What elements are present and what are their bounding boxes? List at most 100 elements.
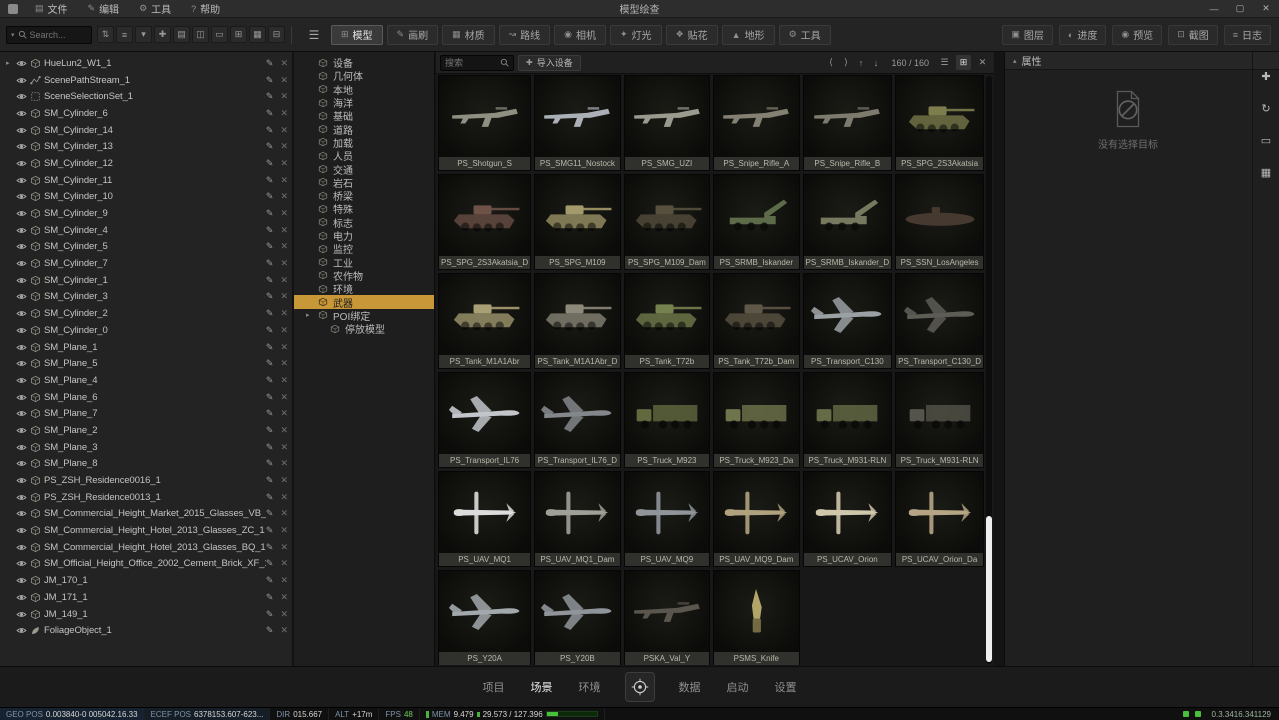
category-item[interactable]: 岩石	[294, 176, 434, 189]
category-item[interactable]: 农作物	[294, 269, 434, 282]
menu-item[interactable]: ⚙ 工具	[129, 0, 181, 18]
menu-item[interactable]: ▤ 文件	[25, 0, 78, 18]
edit-pencil-icon[interactable]: ✎	[266, 158, 274, 169]
category-item[interactable]: 加载	[294, 136, 434, 149]
editor-tab[interactable]: ⊞ 模型	[331, 25, 383, 45]
list-view-icon[interactable]: ☰	[937, 55, 952, 70]
edit-pencil-icon[interactable]: ✎	[266, 308, 274, 319]
editor-tab[interactable]: ↝ 路线	[499, 25, 551, 45]
edit-pencil-icon[interactable]: ✎	[266, 525, 274, 536]
visibility-eye-icon[interactable]	[16, 492, 27, 503]
category-item[interactable]: 人员	[294, 149, 434, 162]
bottom-tab[interactable]: 设置	[773, 675, 799, 699]
grid-view-icon[interactable]: ⊞	[956, 55, 971, 70]
remove-x-icon[interactable]: ✕	[280, 275, 288, 286]
asset-card[interactable]: PS_Tank_M1A1Abr	[438, 273, 531, 369]
visibility-eye-icon[interactable]	[16, 258, 27, 269]
edit-pencil-icon[interactable]: ✎	[266, 558, 274, 569]
tree-row[interactable]: SM_Plane_3 ✎ ✕	[0, 439, 292, 456]
tree-row[interactable]: SM_Plane_2 ✎ ✕	[0, 422, 292, 439]
tree-row[interactable]: SM_Plane_8 ✎ ✕	[0, 456, 292, 473]
visibility-eye-icon[interactable]	[16, 442, 27, 453]
remove-x-icon[interactable]: ✕	[280, 91, 288, 102]
edit-pencil-icon[interactable]: ✎	[266, 291, 274, 302]
tree-row[interactable]: SM_Cylinder_5 ✎ ✕	[0, 239, 292, 256]
asset-card[interactable]: PS_Y20A	[438, 570, 531, 665]
menu-item[interactable]: ? 帮助	[181, 0, 230, 18]
tree-row[interactable]: SM_Plane_1 ✎ ✕	[0, 339, 292, 356]
visibility-eye-icon[interactable]	[16, 475, 27, 486]
category-item[interactable]: 武器	[294, 295, 434, 308]
tree-tool-button[interactable]: ▤	[173, 26, 190, 43]
import-asset-button[interactable]: ✚ 导入设备	[518, 55, 581, 71]
category-item[interactable]: 交通	[294, 162, 434, 175]
visibility-eye-icon[interactable]	[16, 241, 27, 252]
asset-search-input[interactable]	[445, 58, 497, 68]
tree-row[interactable]: SM_Cylinder_6 ✎ ✕	[0, 105, 292, 122]
visibility-eye-icon[interactable]	[16, 275, 27, 286]
remove-x-icon[interactable]: ✕	[280, 425, 288, 436]
asset-card[interactable]: PS_Shotgun_S	[438, 75, 531, 171]
edit-pencil-icon[interactable]: ✎	[266, 275, 274, 286]
category-item[interactable]: 停放模型	[294, 322, 434, 335]
visibility-eye-icon[interactable]	[16, 308, 27, 319]
asset-card[interactable]: PS_SSN_LosAngeles	[895, 174, 984, 270]
bottom-tab[interactable]: 项目	[481, 675, 507, 699]
remove-x-icon[interactable]: ✕	[280, 175, 288, 186]
asset-scrollbar-thumb[interactable]	[986, 516, 992, 662]
remove-x-icon[interactable]: ✕	[280, 442, 288, 453]
visibility-eye-icon[interactable]	[16, 508, 27, 519]
category-item[interactable]: 海洋	[294, 96, 434, 109]
tree-row[interactable]: ScenePathStream_1 ✎ ✕	[0, 72, 292, 89]
asset-card[interactable]: PS_SPG_M109	[534, 174, 620, 270]
editor-tab[interactable]: ⚙ 工具	[779, 25, 831, 45]
remove-x-icon[interactable]: ✕	[280, 475, 288, 486]
visibility-eye-icon[interactable]	[16, 575, 27, 586]
category-item[interactable]: 特殊	[294, 202, 434, 215]
tree-tool-button[interactable]: ≡	[116, 26, 133, 43]
tree-row[interactable]: SM_Cylinder_0 ✎ ✕	[0, 322, 292, 339]
remove-x-icon[interactable]: ✕	[280, 208, 288, 219]
asset-nav-button[interactable]: ⟩	[838, 55, 853, 70]
hierarchy-search[interactable]: ▾	[6, 26, 92, 44]
remove-x-icon[interactable]: ✕	[280, 492, 288, 503]
editor-tab[interactable]: ◉ 相机	[554, 25, 606, 45]
asset-card[interactable]: PSKA_Val_Y	[624, 570, 710, 665]
asset-card[interactable]: PS_Transport_C130_D	[895, 273, 984, 369]
category-item[interactable]: 工业	[294, 255, 434, 268]
tree-tool-button[interactable]: ⊟	[268, 26, 285, 43]
visibility-eye-icon[interactable]	[16, 325, 27, 336]
category-item[interactable]: POI绑定	[294, 309, 434, 322]
properties-header[interactable]: ▴ 属性	[1005, 52, 1279, 70]
asset-scrollbar-track[interactable]	[986, 76, 992, 664]
remove-x-icon[interactable]: ✕	[280, 141, 288, 152]
category-item[interactable]: 几何体	[294, 69, 434, 82]
edit-pencil-icon[interactable]: ✎	[266, 609, 274, 620]
remove-x-icon[interactable]: ✕	[280, 542, 288, 553]
edit-pencil-icon[interactable]: ✎	[266, 358, 274, 369]
asset-nav-button[interactable]: ⟨	[823, 55, 838, 70]
editor-tab[interactable]: ❖ 贴花	[666, 25, 718, 45]
tree-row[interactable]: HueLun2_W1_1 ✎ ✕	[0, 55, 292, 72]
asset-card[interactable]: PS_UAV_MQ1_Dam	[534, 471, 620, 567]
tree-row[interactable]: SM_Commercial_Height_Market_2015_Glasses…	[0, 506, 292, 523]
tree-row[interactable]: SM_Commercial_Height_Hotel_2013_Glasses_…	[0, 522, 292, 539]
edit-pencil-icon[interactable]: ✎	[266, 325, 274, 336]
edit-pencil-icon[interactable]: ✎	[266, 258, 274, 269]
remove-x-icon[interactable]: ✕	[280, 58, 288, 69]
asset-card[interactable]: PS_UAV_MQ9_Dam	[713, 471, 799, 567]
toolbar-right-button[interactable]: ◐ 进度	[1059, 25, 1106, 45]
category-item[interactable]: 电力	[294, 229, 434, 242]
asset-card[interactable]: PS_Truck_M923	[624, 372, 710, 468]
visibility-eye-icon[interactable]	[16, 225, 27, 236]
visibility-eye-icon[interactable]	[16, 525, 27, 536]
bottom-tab[interactable]: 场景	[529, 675, 555, 699]
category-item[interactable]: 本地	[294, 83, 434, 96]
asset-card[interactable]: PS_Tank_T72b_Dam	[713, 273, 799, 369]
category-item[interactable]: 道路	[294, 122, 434, 135]
tree-row[interactable]: SM_Plane_6 ✎ ✕	[0, 389, 292, 406]
remove-x-icon[interactable]: ✕	[280, 241, 288, 252]
edit-pencil-icon[interactable]: ✎	[266, 458, 274, 469]
asset-card[interactable]: PS_SRMB_Iskander_D	[803, 174, 893, 270]
bottom-tab[interactable]: 环境	[577, 675, 603, 699]
